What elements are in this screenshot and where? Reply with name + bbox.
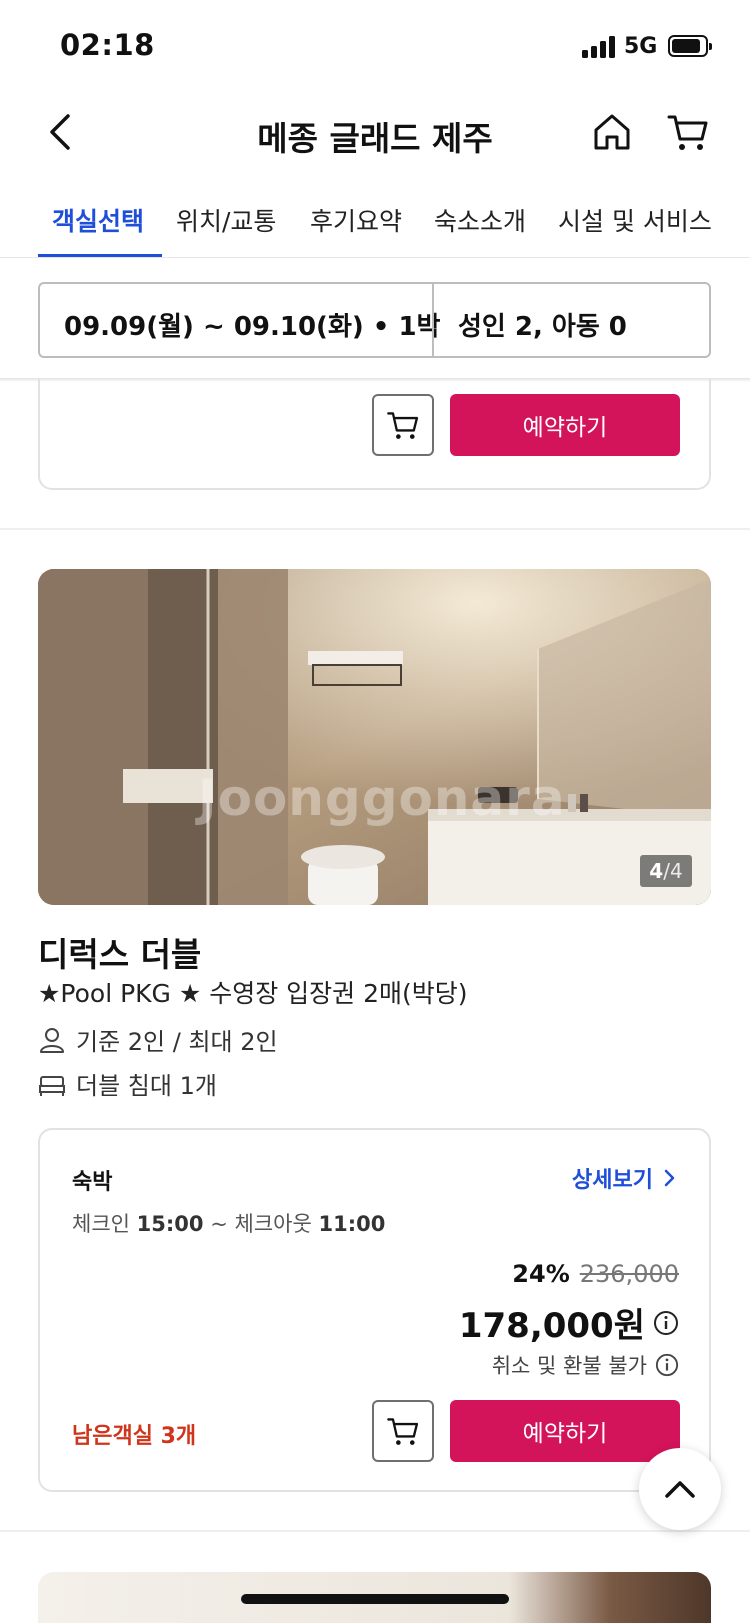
chevron-up-icon: [665, 1481, 695, 1498]
app-header: 메종 글래드 제주: [0, 96, 750, 182]
tab-review-summary[interactable]: 후기요약: [310, 202, 402, 238]
cart-icon: [387, 1418, 419, 1445]
add-to-cart-button[interactable]: [372, 394, 434, 456]
checkout-time: 11:00: [318, 1212, 386, 1236]
detail-link[interactable]: 상세보기: [572, 1162, 679, 1194]
person-icon: [40, 1027, 64, 1053]
add-to-cart-button[interactable]: [372, 1400, 434, 1462]
discount-percent: 24%: [512, 1260, 570, 1288]
rooms-left-badge: 남은객실 3개: [72, 1424, 197, 1449]
status-bar: 02:18 5G: [0, 0, 750, 96]
status-time: 02:18: [60, 28, 155, 62]
scroll-to-top-button[interactable]: [639, 1448, 721, 1530]
image-counter: 4/4: [640, 855, 692, 887]
image-counter-current: 4: [649, 859, 664, 883]
refund-policy-text: 취소 및 환불 불가: [491, 1354, 647, 1378]
battery-icon: [668, 35, 712, 57]
rate-type: 숙박: [72, 1170, 113, 1195]
tab-facilities[interactable]: 시설 및 서비스: [558, 202, 712, 238]
section-divider: [0, 1530, 750, 1532]
book-button[interactable]: 예약하기: [450, 394, 680, 456]
checkin-label: 체크인: [72, 1212, 130, 1236]
tab-room-select[interactable]: 객실선택: [52, 202, 144, 238]
date-range-selector[interactable]: 09.09(월) ~ 09.10(화) • 1박: [64, 306, 440, 343]
tab-property-intro[interactable]: 숙소소개: [434, 202, 526, 238]
cart-button[interactable]: [666, 110, 710, 154]
original-price: 236,000: [579, 1260, 679, 1288]
home-icon: [594, 114, 630, 150]
section-divider: [0, 528, 750, 530]
room-name: 디럭스 더블: [38, 935, 202, 974]
sticky-shadow: [0, 378, 750, 382]
chevron-right-icon: [664, 1169, 675, 1187]
cart-icon: [667, 115, 708, 150]
bed-icon: [39, 1075, 65, 1096]
image-watermark: Joonggonara: [198, 769, 566, 827]
page-title: 메종 글래드 제주: [257, 119, 493, 158]
checkin-checkout-times: 체크인 15:00 ~ 체크아웃 11:00: [72, 1208, 385, 1238]
room-capacity: 기준 2인 / 최대 2인: [38, 1022, 278, 1057]
network-label: 5G: [624, 34, 658, 59]
room-photo: [38, 569, 711, 905]
rate-card: 숙박 상세보기 체크인 15:00 ~ 체크아웃 11:00 24% 236,0…: [38, 1128, 711, 1492]
home-button[interactable]: [590, 110, 634, 154]
tab-location[interactable]: 위치/교통: [176, 202, 276, 238]
capacity-text: 기준 2인 / 최대 2인: [76, 1028, 278, 1056]
checkout-label: 체크아웃: [234, 1212, 312, 1236]
tab-bar: 객실선택 위치/교통 후기요약 숙소소개 시설 및 서비스: [0, 182, 750, 258]
room-image-carousel[interactable]: Joonggonara 4/4: [38, 569, 711, 905]
cart-icon: [387, 412, 419, 439]
search-bar: 09.09(월) ~ 09.10(화) • 1박 성인 2, 아동 0: [38, 282, 711, 358]
home-indicator: [241, 1594, 509, 1604]
info-icon[interactable]: [655, 1353, 679, 1377]
book-button[interactable]: 예약하기: [450, 1400, 680, 1462]
time-separator: ~: [210, 1212, 228, 1236]
discount-line: 24% 236,000: [512, 1260, 679, 1288]
image-counter-total: /4: [663, 859, 683, 883]
room-bed: 더블 침대 1개: [38, 1066, 217, 1101]
room-subtitle: ★Pool PKG ★ 수영장 입장권 2매(박당): [38, 979, 468, 1008]
signal-icon: [582, 36, 618, 58]
final-price: 178,000원: [459, 1298, 679, 1347]
refund-policy: 취소 및 환불 불가: [492, 1350, 679, 1380]
detail-link-label: 상세보기: [572, 1168, 653, 1193]
info-icon[interactable]: [653, 1310, 679, 1336]
guest-selector[interactable]: 성인 2, 아동 0: [458, 306, 627, 343]
search-divider: [432, 284, 434, 356]
bed-text: 더블 침대 1개: [76, 1072, 217, 1100]
final-price-value: 178,000원: [458, 1306, 645, 1346]
checkin-time: 15:00: [136, 1212, 204, 1236]
